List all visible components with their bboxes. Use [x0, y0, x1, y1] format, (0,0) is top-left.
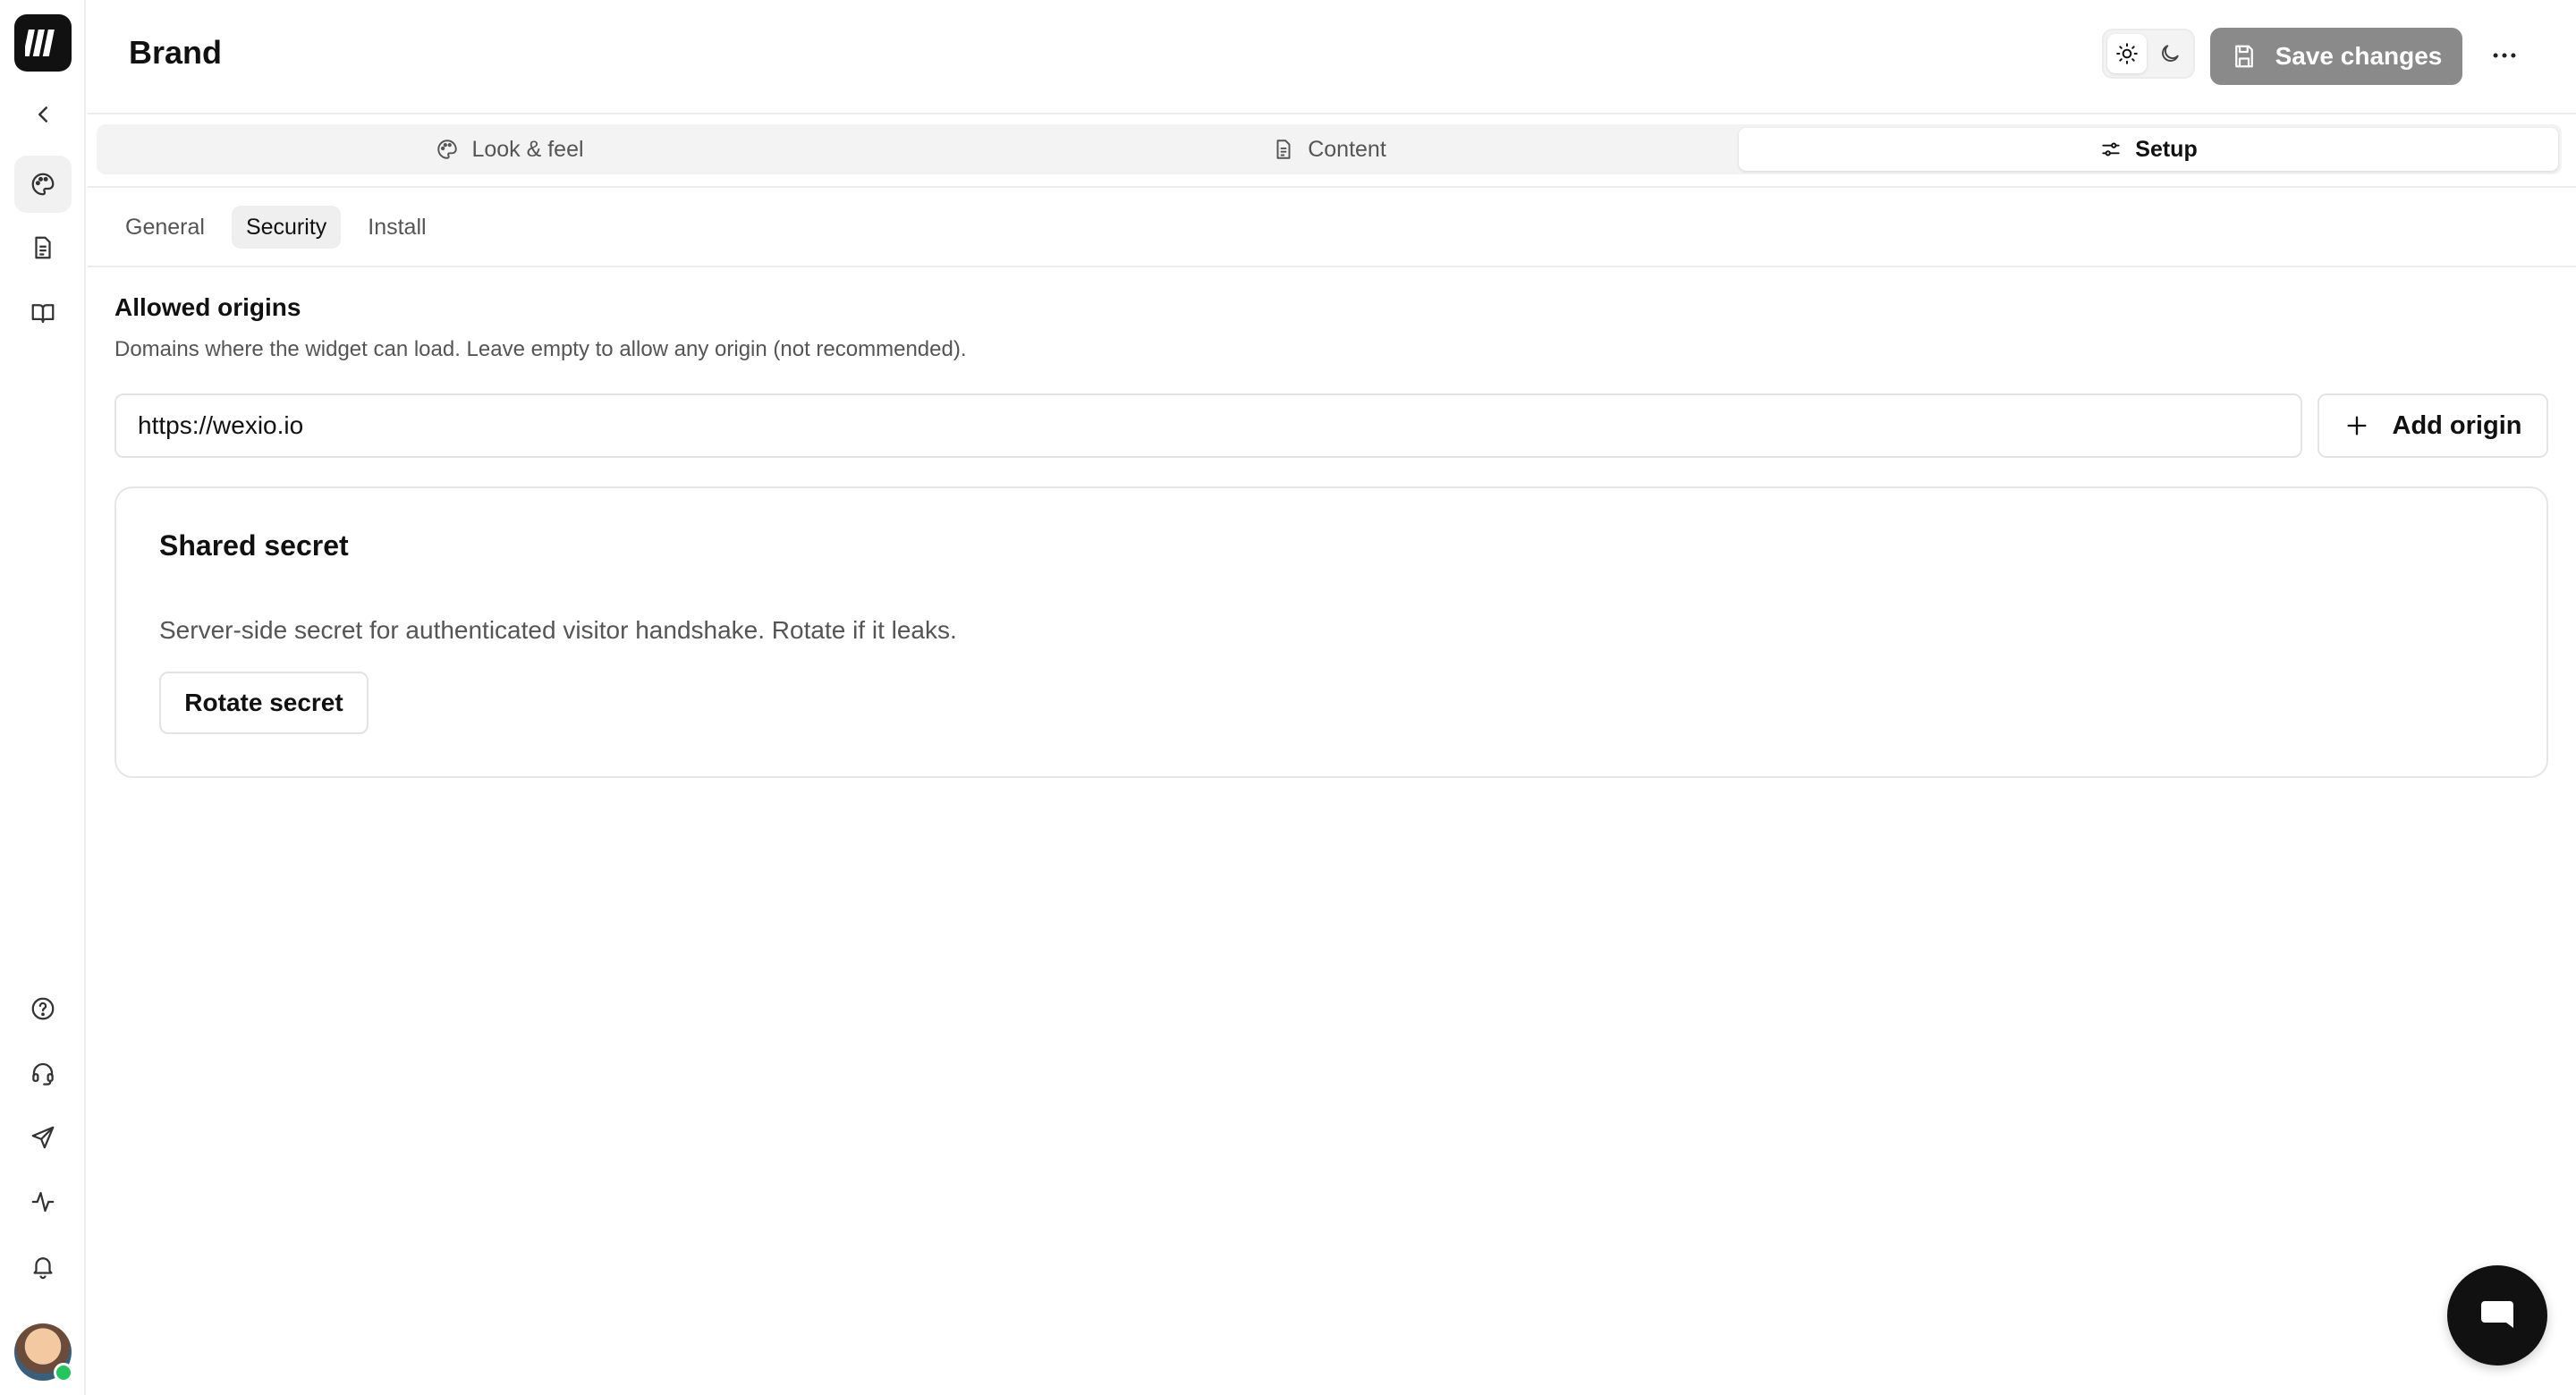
theme-toggle[interactable] — [2102, 29, 2195, 79]
tab-label: Content — [1308, 136, 1386, 162]
logo[interactable] — [14, 14, 72, 72]
allowed-origins-title: Allowed origins — [114, 293, 301, 321]
page-title: Brand — [129, 34, 223, 71]
sub-tabs: General Security Install — [111, 206, 441, 249]
tab-label: Look & feel — [471, 136, 584, 162]
activity-icon — [31, 1191, 55, 1213]
subtab-security[interactable]: Security — [231, 206, 342, 249]
book-icon — [31, 304, 55, 324]
chat-launcher-button[interactable] — [2447, 1265, 2547, 1365]
divider — [88, 266, 2576, 267]
sidebar-item-brand[interactable] — [14, 156, 72, 213]
add-origin-label: Add origin — [2392, 410, 2522, 440]
tab-setup[interactable]: Setup — [1739, 128, 2558, 171]
origin-input[interactable]: https://wexio.io — [114, 393, 2302, 458]
avatar[interactable] — [14, 1323, 73, 1382]
shared-secret-title: Shared secret — [159, 529, 349, 562]
subtab-install[interactable]: Install — [353, 206, 440, 249]
allowed-origins-description: Domains where the widget can load. Leave… — [114, 337, 967, 361]
help-icon — [31, 997, 55, 1020]
bell-icon — [33, 1257, 53, 1280]
sidebar-item-help[interactable] — [14, 980, 72, 1037]
document-icon — [35, 236, 51, 259]
more-options-button[interactable] — [2478, 29, 2531, 82]
sidebar — [0, 0, 86, 1395]
plus-icon — [2347, 416, 2366, 435]
sidebar-item-notifications[interactable] — [14, 1238, 72, 1295]
tab-label: Setup — [2135, 136, 2198, 162]
tab-look-and-feel[interactable]: Look & feel — [100, 128, 919, 171]
sidebar-item-content[interactable] — [14, 219, 72, 276]
shared-secret-card: Shared secret Server-side secret for aut… — [114, 486, 2548, 778]
sidebar-item-send[interactable] — [14, 1109, 72, 1166]
main-tabs: Look & feel Content Setup — [97, 124, 2562, 174]
chat-bubble-icon — [2481, 1301, 2513, 1328]
light-theme-button[interactable] — [2107, 34, 2147, 73]
more-horizontal-icon — [2493, 53, 2516, 58]
header: Brand — [88, 0, 2576, 114]
divider — [88, 186, 2576, 188]
wexio-logo-icon — [25, 30, 55, 56]
headset-icon — [32, 1062, 54, 1086]
chevron-left-icon — [38, 106, 47, 123]
add-origin-button[interactable]: Add origin — [2318, 393, 2548, 458]
send-icon — [31, 1126, 55, 1149]
sidebar-item-docs[interactable] — [14, 284, 72, 342]
sidebar-item-support[interactable] — [14, 1044, 72, 1102]
palette-icon — [437, 140, 458, 159]
settings-sliders-icon — [2102, 142, 2120, 156]
shared-secret-description: Server-side secret for authenticated vis… — [159, 616, 957, 644]
origin-input-value: https://wexio.io — [138, 411, 304, 439]
rotate-secret-button[interactable]: Rotate secret — [159, 672, 369, 734]
sidebar-item-activity[interactable] — [14, 1173, 72, 1230]
online-status-indicator — [54, 1363, 73, 1382]
document-icon — [1276, 140, 1291, 159]
save-changes-button[interactable]: Save changes — [2210, 28, 2462, 85]
moon-icon — [2162, 45, 2179, 62]
save-icon — [2234, 45, 2253, 68]
tab-content[interactable]: Content — [919, 128, 1739, 171]
collapse-sidebar-button[interactable] — [14, 86, 72, 143]
subtab-general[interactable]: General — [111, 206, 219, 249]
dark-theme-button[interactable] — [2150, 34, 2190, 73]
sun-icon — [2116, 43, 2138, 64]
palette-icon — [31, 173, 55, 196]
save-changes-label: Save changes — [2275, 42, 2443, 70]
